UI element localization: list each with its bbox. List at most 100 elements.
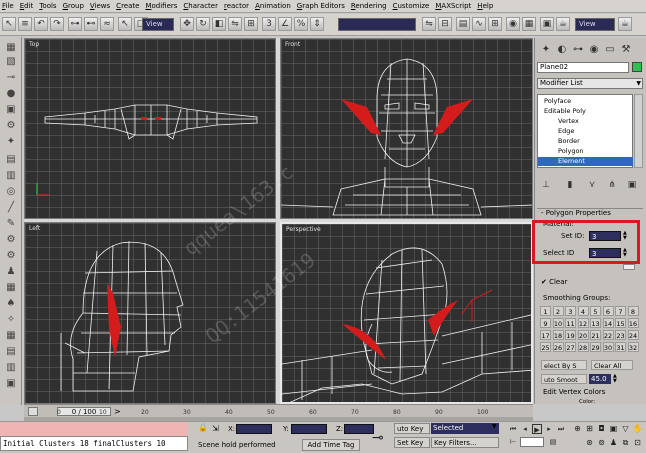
curve-editor-icon[interactable]: ∿: [472, 17, 486, 31]
motion-tab-icon[interactable]: ◉: [587, 42, 601, 56]
stack-item[interactable]: Polygon: [538, 147, 633, 156]
render2-icon[interactable]: ▣: [4, 377, 18, 389]
polygon-properties-rollout[interactable]: - Polygon Properties: [537, 208, 643, 217]
x-coordinate-field[interactable]: [236, 424, 272, 434]
mirror2-icon[interactable]: ⇋: [422, 17, 436, 31]
menu-item[interactable]: reactor: [224, 2, 249, 10]
helper-icon[interactable]: ⚙: [4, 119, 18, 131]
smoothing-group-button[interactable]: 18: [552, 330, 564, 340]
smoothing-group-button[interactable]: 12: [577, 318, 589, 328]
gear-icon[interactable]: ⚙: [4, 233, 18, 245]
person-icon[interactable]: ♟: [4, 265, 18, 277]
smoothing-group-button[interactable]: 26: [552, 342, 564, 352]
bone-icon[interactable]: ╱: [4, 201, 18, 213]
smoothing-group-button[interactable]: 5: [590, 306, 601, 316]
remove-modifier-icon[interactable]: ⋔: [605, 178, 619, 192]
smoothing-group-button[interactable]: 4: [577, 306, 589, 316]
menu-item[interactable]: Modifiers: [145, 2, 177, 10]
modifier-list-dropdown[interactable]: Modifier List: [537, 78, 643, 89]
smoothing-group-button[interactable]: 29: [590, 342, 601, 352]
viewport-front[interactable]: Front: [280, 38, 533, 219]
smoothing-group-button[interactable]: 22: [602, 330, 614, 340]
time-config-icon[interactable]: ▤: [548, 437, 558, 447]
smoothing-group-button[interactable]: 2: [552, 306, 564, 316]
current-frame-field[interactable]: [520, 437, 544, 447]
menu-item[interactable]: Rendering: [351, 2, 387, 10]
utility-icon[interactable]: ⚙: [4, 249, 18, 261]
field-of-view-icon[interactable]: ▽: [620, 424, 631, 434]
smoothing-group-button[interactable]: 21: [590, 330, 601, 340]
previous-frame-icon[interactable]: ◂: [520, 424, 530, 434]
pin-stack-icon[interactable]: ⊥: [539, 178, 553, 192]
menu-item[interactable]: MAXScript: [435, 2, 471, 10]
smoothing-group-button[interactable]: 15: [615, 318, 626, 328]
light-icon[interactable]: ✧: [4, 313, 18, 325]
stack-item[interactable]: Edge: [538, 127, 633, 136]
dropdown-arrow-icon[interactable]: ▼: [492, 423, 497, 430]
modify-tab-icon[interactable]: ◐: [555, 42, 569, 56]
make-unique-icon[interactable]: ⋎: [585, 178, 599, 192]
auto-smooth-spin-arrows[interactable]: ▲ ▼: [613, 374, 619, 384]
show-end-result-icon[interactable]: ▮: [563, 178, 577, 192]
viewport-perspective[interactable]: Perspective: [280, 222, 533, 404]
angle-snap-icon[interactable]: ∠: [278, 17, 292, 31]
smoothing-group-button[interactable]: 25: [540, 342, 551, 352]
menu-item[interactable]: File: [2, 2, 14, 10]
smoothing-group-button[interactable]: 10: [552, 318, 564, 328]
unlink-icon[interactable]: ⊷: [84, 17, 98, 31]
smoothing-group-button[interactable]: 23: [615, 330, 626, 340]
move-icon[interactable]: ✥: [180, 17, 194, 31]
smoothing-group-button[interactable]: 24: [627, 330, 639, 340]
next-frame-icon[interactable]: ▸: [544, 424, 554, 434]
create-icon[interactable]: ▦: [4, 41, 18, 53]
auto-smooth-threshold[interactable]: 45.0: [589, 374, 611, 384]
add-time-tag-button[interactable]: Add Time Tag: [302, 439, 360, 451]
time-next-icon[interactable]: >: [114, 407, 121, 416]
play-icon[interactable]: ▶: [532, 424, 542, 434]
clear-selection-checkbox[interactable]: ✔ Clear: [541, 278, 567, 286]
layer-icon[interactable]: ▤: [456, 17, 470, 31]
y-coordinate-field[interactable]: [291, 424, 327, 434]
smoothing-group-button[interactable]: 14: [602, 318, 614, 328]
render-setup-icon[interactable]: ▦: [522, 17, 536, 31]
lock-icon[interactable]: 🔒: [198, 423, 208, 433]
stack-icon[interactable]: ▤: [4, 345, 18, 357]
create-tab-icon[interactable]: ✦: [539, 42, 553, 56]
go-to-end-icon[interactable]: ⏭: [556, 424, 566, 434]
align2-icon[interactable]: ⊟: [438, 17, 452, 31]
snap-icon[interactable]: 3: [262, 17, 276, 31]
edit-vertex-colors-rollout[interactable]: Edit Vertex Colors: [543, 388, 605, 396]
auto-key-button[interactable]: uto Key: [394, 423, 430, 434]
smoothing-group-button[interactable]: 6: [602, 306, 614, 316]
utilities-tab-icon[interactable]: ⚒: [619, 42, 633, 56]
viewport-left[interactable]: Left: [24, 222, 276, 404]
key-filters-button[interactable]: Key Filters...: [431, 437, 499, 448]
material-name-dropdown[interactable]: [623, 264, 635, 270]
viewport-top[interactable]: Top: [24, 38, 276, 219]
display-tab-icon[interactable]: ▭: [603, 42, 617, 56]
walk-icon[interactable]: ♟: [608, 438, 619, 448]
wrench-icon[interactable]: ✎: [4, 217, 18, 229]
maxscript-listener-output[interactable]: Initial Clusters 18 finalClusters 10: [0, 436, 188, 451]
shape-icon[interactable]: ▧: [4, 55, 18, 67]
hierarchy-tab-icon[interactable]: ⊶: [571, 42, 585, 56]
select-object-icon[interactable]: ↖: [118, 17, 132, 31]
sphere-icon[interactable]: ●: [4, 87, 18, 99]
stack-scrollbar[interactable]: [634, 94, 643, 168]
hierarchy-icon[interactable]: ⊸: [4, 71, 18, 83]
star-icon[interactable]: ✦: [4, 135, 18, 147]
smoothing-group-button[interactable]: 1: [540, 306, 551, 316]
menu-item[interactable]: Tools: [39, 2, 56, 10]
menu-item[interactable]: Animation: [255, 2, 291, 10]
key-mode-toggle-icon[interactable]: ⊢: [508, 437, 518, 447]
stack-item[interactable]: Editable Poly: [538, 107, 633, 116]
menu-item[interactable]: Edit: [20, 2, 34, 10]
smoothing-group-button[interactable]: 8: [627, 306, 639, 316]
stack-item[interactable]: Polyface: [538, 97, 633, 106]
align-icon[interactable]: ⊞: [244, 17, 258, 31]
spinner-snap-icon[interactable]: ⇕: [310, 17, 324, 31]
menu-item[interactable]: Graph Editors: [297, 2, 345, 10]
smoothing-group-button[interactable]: 19: [565, 330, 576, 340]
select-name-icon[interactable]: ≡: [18, 17, 32, 31]
region-zoom-icon[interactable]: ⊡: [632, 438, 643, 448]
